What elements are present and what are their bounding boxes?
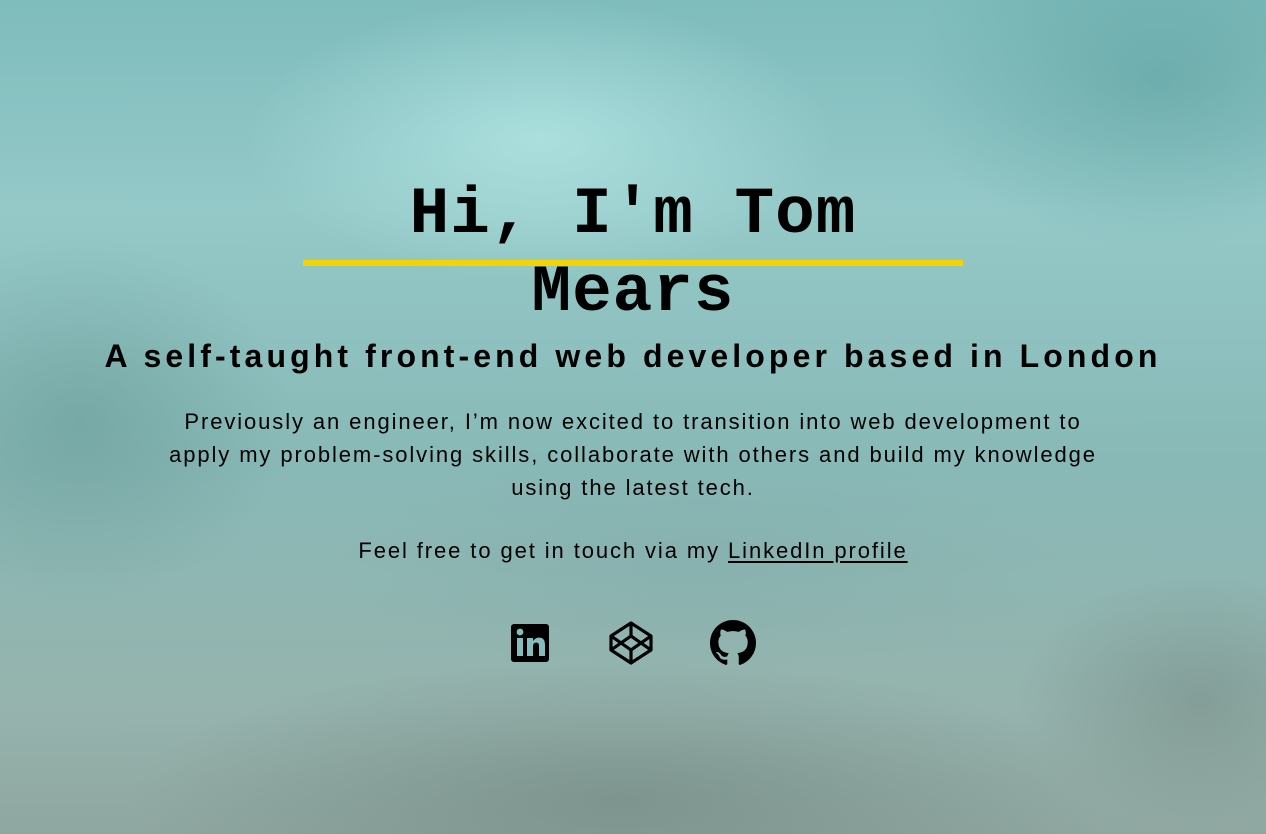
title-underline (303, 260, 963, 266)
linkedin-link[interactable] (507, 620, 553, 666)
page-subtitle: A self-taught front-end web developer ba… (104, 338, 1162, 374)
intro-paragraph: Previously an engineer, I’m now excited … (169, 409, 1097, 500)
codepen-icon (608, 620, 654, 666)
contact-paragraph: Feel free to get in touch via my LinkedI… (0, 534, 1266, 567)
page-title: Hi, I'm Tom Mears (409, 177, 857, 330)
linkedin-icon (507, 620, 553, 666)
github-link[interactable] (710, 620, 756, 666)
codepen-link[interactable] (608, 620, 654, 666)
github-icon (710, 620, 756, 666)
linkedin-profile-link[interactable]: LinkedIn profile (728, 538, 908, 563)
contact-text: Feel free to get in touch via my (358, 538, 729, 563)
page-title-block: Hi, I'm Tom Mears (303, 176, 963, 330)
social-links (0, 620, 1266, 666)
